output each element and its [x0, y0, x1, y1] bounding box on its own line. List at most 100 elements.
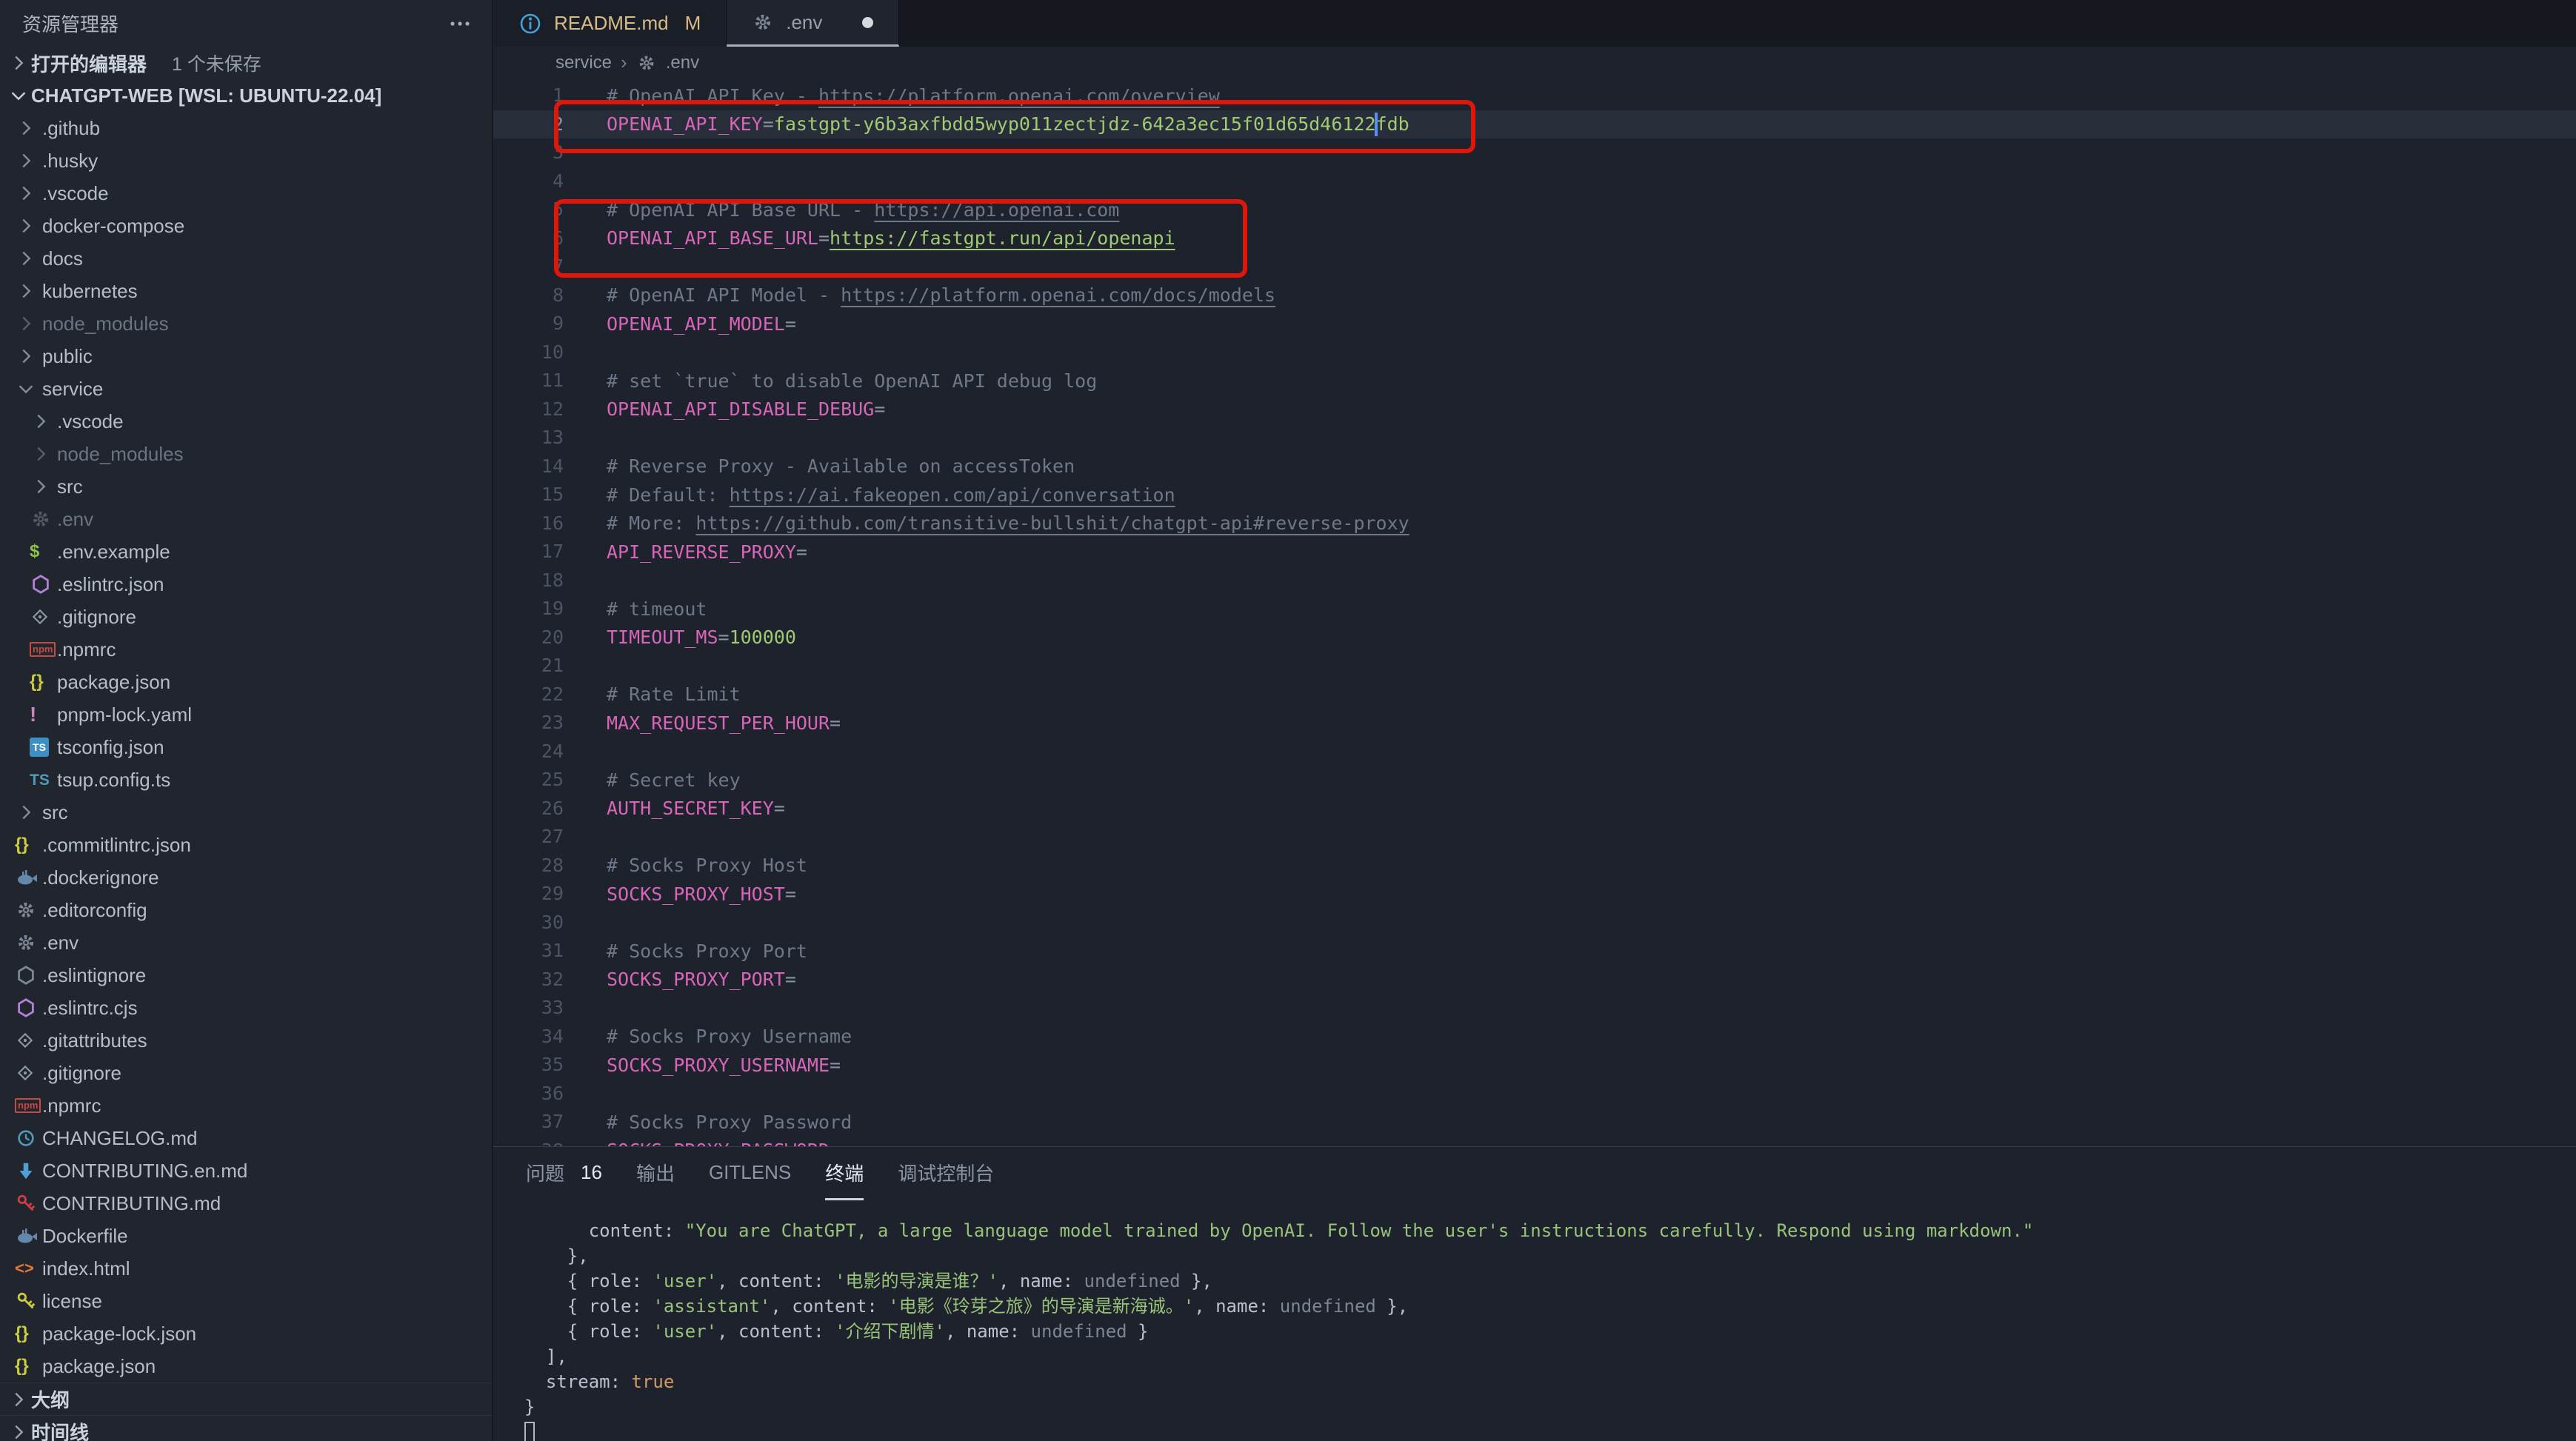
code-line-19[interactable]: 19# timeout	[493, 595, 2576, 623]
code-line-14[interactable]: 14# Reverse Proxy - Available on accessT…	[493, 452, 2576, 481]
code-line-27[interactable]: 27	[493, 823, 2576, 852]
code-line-35[interactable]: 35SOCKS_PROXY_USERNAME=	[493, 1051, 2576, 1080]
tree-folder-node_modules[interactable]: node_modules	[0, 438, 492, 470]
tree-file-CHANGELOG.md[interactable]: CHANGELOG.md	[0, 1122, 492, 1154]
tree-file-.editorconfig[interactable]: .editorconfig	[0, 894, 492, 926]
more-actions-icon[interactable]	[447, 11, 473, 36]
tab-README.md[interactable]: README.mdM	[493, 0, 727, 47]
code-line-26[interactable]: 26AUTH_SECRET_KEY=	[493, 795, 2576, 823]
outline-section[interactable]: 大纲	[0, 1383, 492, 1415]
code-line-31[interactable]: 31# Socks Proxy Port	[493, 937, 2576, 966]
tree-folder-node_modules[interactable]: node_modules	[0, 307, 492, 340]
code-line-4[interactable]: 4	[493, 167, 2576, 196]
tree-file-.env[interactable]: .env	[0, 503, 492, 535]
tree-folder-kubernetes[interactable]: kubernetes	[0, 275, 492, 307]
code-line-29[interactable]: 29SOCKS_PROXY_HOST=	[493, 880, 2576, 909]
tab-.env[interactable]: .env	[727, 0, 899, 47]
code-line-20[interactable]: 20TIMEOUT_MS=100000	[493, 623, 2576, 652]
tree-file-package.json[interactable]: {}package.json	[0, 1350, 492, 1383]
code-line-2[interactable]: 2OPENAI_API_KEY=fastgpt-y6b3axfbdd5wyp01…	[493, 110, 2576, 139]
tree-file-.npmrc[interactable]: npm.npmrc	[0, 1089, 492, 1122]
tree-item-label: node_modules	[42, 312, 169, 335]
code-line-3[interactable]: 3	[493, 138, 2576, 167]
code-line-18[interactable]: 18	[493, 566, 2576, 595]
code-line-21[interactable]: 21	[493, 652, 2576, 681]
code-line-25[interactable]: 25# Secret key	[493, 766, 2576, 795]
code-editor[interactable]: 1# OpenAI API Key - https://platform.ope…	[493, 78, 2576, 1146]
tree-file-.gitattributes[interactable]: .gitattributes	[0, 1024, 492, 1057]
code-line-9[interactable]: 9OPENAI_API_MODEL=	[493, 310, 2576, 338]
tree-file-license[interactable]: license	[0, 1285, 492, 1317]
code-line-11[interactable]: 11# set `true` to disable OpenAI API deb…	[493, 367, 2576, 395]
code-line-7[interactable]: 7	[493, 253, 2576, 281]
breadcrumb-folder[interactable]: service	[555, 53, 612, 73]
code-line-12[interactable]: 12OPENAI_API_DISABLE_DEBUG=	[493, 395, 2576, 424]
tree-file-CONTRIBUTING.en.md[interactable]: CONTRIBUTING.en.md	[0, 1154, 492, 1187]
panel-tab-GITLENS[interactable]: GITLENS	[709, 1147, 791, 1200]
panel-tab-输出[interactable]: 输出	[636, 1147, 675, 1200]
tree-file-.env[interactable]: .env	[0, 926, 492, 959]
code-line-34[interactable]: 34# Socks Proxy Username	[493, 1023, 2576, 1052]
code-line-22[interactable]: 22# Rate Limit	[493, 681, 2576, 709]
unsaved-dot-icon[interactable]	[862, 17, 873, 28]
tree-folder-docker-compose[interactable]: docker-compose	[0, 210, 492, 242]
code-line-17[interactable]: 17API_REVERSE_PROXY=	[493, 538, 2576, 566]
panel-tab-终端[interactable]: 终端	[825, 1147, 864, 1200]
code-line-37[interactable]: 37# Socks Proxy Password	[493, 1108, 2576, 1137]
breadcrumb[interactable]: service › .env	[493, 47, 2576, 78]
code-line-33[interactable]: 33	[493, 994, 2576, 1023]
code-line-36[interactable]: 36	[493, 1080, 2576, 1109]
tree-folder-docs[interactable]: docs	[0, 242, 492, 275]
tree-file-pnpm-lock.yaml[interactable]: !pnpm-lock.yaml	[0, 698, 492, 731]
code-line-28[interactable]: 28# Socks Proxy Host	[493, 852, 2576, 880]
code-line-23[interactable]: 23MAX_REQUEST_PER_HOUR=	[493, 709, 2576, 738]
chevron-right-icon	[15, 150, 37, 172]
tree-folder-.github[interactable]: .github	[0, 112, 492, 144]
code-line-10[interactable]: 10	[493, 338, 2576, 367]
tree-file-.eslintignore[interactable]: .eslintignore	[0, 959, 492, 992]
tree-file-.commitlintrc.json[interactable]: {}.commitlintrc.json	[0, 829, 492, 861]
tree-file-CONTRIBUTING.md[interactable]: CONTRIBUTING.md	[0, 1187, 492, 1220]
tree-file-.env.example[interactable]: $.env.example	[0, 535, 492, 568]
tree-file-.gitignore[interactable]: .gitignore	[0, 601, 492, 633]
terminal-output[interactable]: content: "You are ChatGPT, a large langu…	[493, 1200, 2576, 1441]
code-line-6[interactable]: 6OPENAI_API_BASE_URL=https://fastgpt.run…	[493, 224, 2576, 253]
tree-file-.gitignore[interactable]: .gitignore	[0, 1057, 492, 1089]
html-icon: <>	[15, 1260, 34, 1277]
tree-file-.npmrc[interactable]: npm.npmrc	[0, 633, 492, 666]
tree-folder-.vscode[interactable]: .vscode	[0, 177, 492, 210]
tree-folder-public[interactable]: public	[0, 340, 492, 372]
tree-file-tsup.config.ts[interactable]: TStsup.config.ts	[0, 763, 492, 796]
tree-file-package.json[interactable]: {}package.json	[0, 666, 492, 698]
panel-tab-问题[interactable]: 问题16	[526, 1147, 602, 1200]
code-line-1[interactable]: 1# OpenAI API Key - https://platform.ope…	[493, 81, 2576, 110]
line-number: 12	[493, 395, 564, 424]
tree-folder-.vscode[interactable]: .vscode	[0, 405, 492, 438]
code-line-15[interactable]: 15# Default: https://ai.fakeopen.com/api…	[493, 481, 2576, 509]
code-line-5[interactable]: 5# OpenAI API Base URL - https://api.ope…	[493, 195, 2576, 224]
tree-item-label: public	[42, 345, 93, 368]
panel-tab-调试控制台[interactable]: 调试控制台	[898, 1147, 994, 1200]
tree-folder-src[interactable]: src	[0, 470, 492, 503]
code-line-30[interactable]: 30	[493, 909, 2576, 937]
code-line-8[interactable]: 8# OpenAI API Model - https://platform.o…	[493, 281, 2576, 310]
tree-file-.eslintrc.json[interactable]: .eslintrc.json	[0, 568, 492, 601]
tree-file-.eslintrc.cjs[interactable]: .eslintrc.cjs	[0, 992, 492, 1024]
tree-folder-service[interactable]: service	[0, 372, 492, 405]
tree-folder-src[interactable]: src	[0, 796, 492, 829]
tree-file-index.html[interactable]: <>index.html	[0, 1252, 492, 1285]
code-line-32[interactable]: 32SOCKS_PROXY_PORT=	[493, 966, 2576, 994]
tree-file-tsconfig.json[interactable]: TStsconfig.json	[0, 731, 492, 763]
code-line-24[interactable]: 24	[493, 738, 2576, 766]
code-line-16[interactable]: 16# More: https://github.com/transitive-…	[493, 509, 2576, 538]
breadcrumb-file[interactable]: .env	[666, 53, 699, 73]
tree-file-.dockerignore[interactable]: .dockerignore	[0, 861, 492, 894]
tree-file-Dockerfile[interactable]: Dockerfile	[0, 1220, 492, 1252]
timeline-section[interactable]: 时间线	[0, 1415, 492, 1441]
project-root-section[interactable]: CHATGPT-WEB [WSL: UBUNTU-22.04]	[0, 79, 492, 112]
code-line-38[interactable]: 38SOCKS_PROXY_PASSWORD=	[493, 1137, 2576, 1147]
open-editors-section[interactable]: 打开的编辑器 1 个未保存	[0, 47, 492, 79]
code-line-13[interactable]: 13	[493, 424, 2576, 452]
tree-file-package-lock.json[interactable]: {}package-lock.json	[0, 1317, 492, 1350]
tree-folder-.husky[interactable]: .husky	[0, 144, 492, 177]
